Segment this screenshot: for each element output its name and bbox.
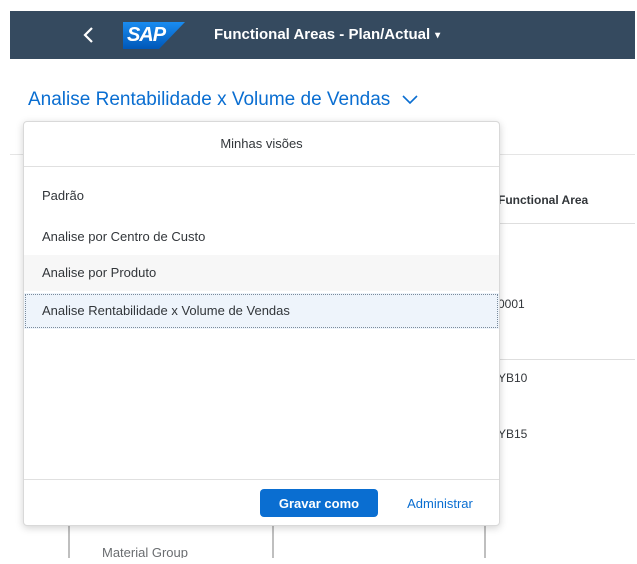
back-button[interactable] (74, 20, 104, 50)
logo-text: SAP (126, 24, 166, 46)
sap-logo[interactable]: SAP (123, 22, 185, 49)
shell-bar: SAP Functional Areas - Plan/Actual ▾ (10, 11, 635, 59)
app-title: Functional Areas - Plan/Actual (214, 26, 431, 43)
table-cell: 0001 (498, 297, 525, 311)
popover-footer: Gravar como Administrar (24, 479, 499, 526)
divider (487, 223, 635, 224)
chevron-down-icon (402, 95, 418, 105)
save-as-button[interactable]: Gravar como (260, 489, 378, 517)
variant-selector[interactable]: Analise Rentabilidade x Volume de Vendas (28, 89, 418, 111)
view-title: Analise Rentabilidade x Volume de Vendas (28, 89, 391, 110)
manage-button[interactable]: Administrar (392, 489, 488, 517)
table-cell: YB15 (498, 427, 528, 441)
column-header-functional-area[interactable]: Functional Area (498, 193, 588, 207)
caret-down-icon: ▾ (435, 30, 441, 41)
app-title-menu[interactable]: Functional Areas - Plan/Actual ▾ (214, 11, 440, 59)
chevron-left-icon (83, 27, 93, 43)
view-item-centro-de-custo[interactable]: Analise por Centro de Custo (24, 219, 499, 255)
row-label-material-group: Material Group (102, 545, 188, 558)
popover-title: Minhas visões (24, 122, 499, 167)
divider (487, 359, 635, 360)
app-frame: SAP Functional Areas - Plan/Actual ▾ Anal… (10, 11, 635, 558)
view-item-rentabilidade-volume[interactable]: Analise Rentabilidade x Volume de Vendas (24, 293, 499, 329)
table-cell: YB10 (498, 371, 528, 385)
view-item-padrao[interactable]: Padrão (24, 178, 499, 214)
views-popover: Minhas visões Padrão Analise por Centro … (23, 121, 500, 526)
view-item-produto[interactable]: Analise por Produto (24, 255, 499, 291)
